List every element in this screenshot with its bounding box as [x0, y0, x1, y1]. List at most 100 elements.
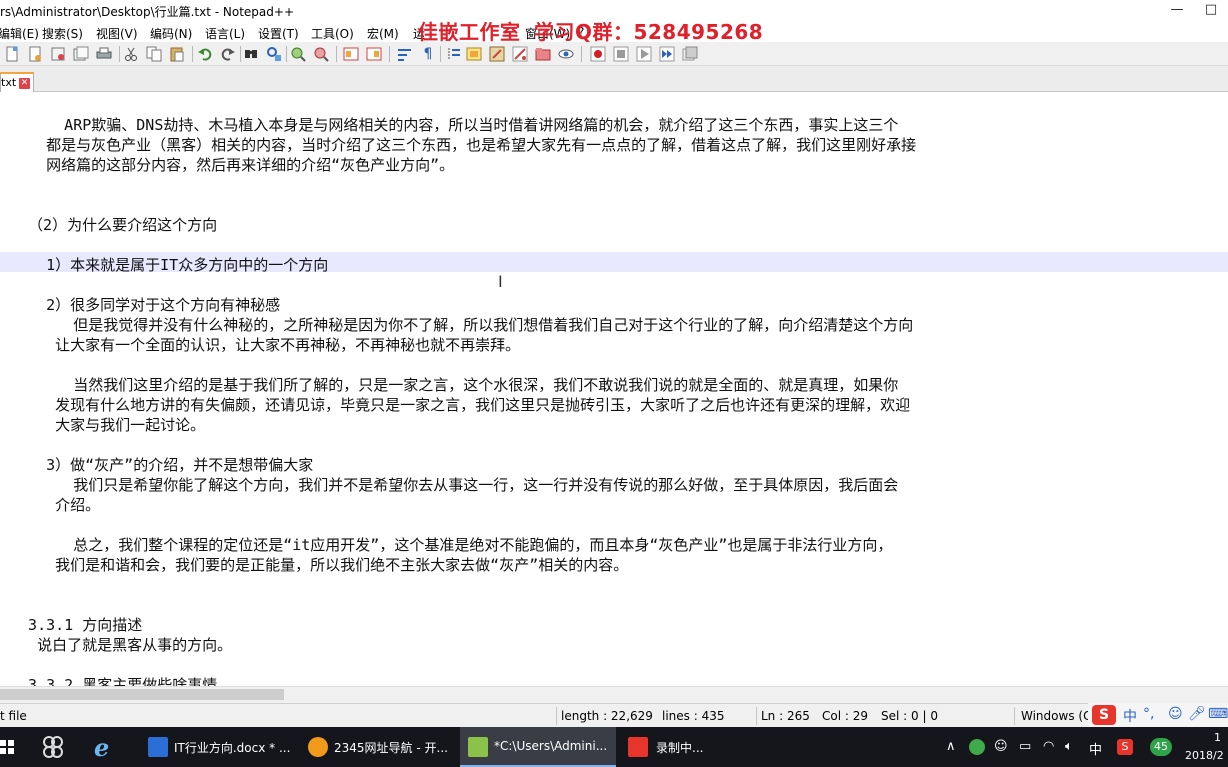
sogou-logo-icon[interactable]: S — [1092, 705, 1116, 725]
svg-text:e: e — [94, 733, 109, 762]
toolbar-separator — [192, 46, 193, 62]
menu-encoding[interactable]: 编码(N) — [150, 25, 192, 42]
folder-workspace-icon[interactable] — [512, 46, 528, 62]
tray-user-icon[interactable]: ☺ — [994, 739, 1008, 754]
toolbar-separator — [336, 46, 337, 62]
menu-macro[interactable]: 宏(M) — [367, 25, 399, 42]
replace-icon[interactable] — [266, 46, 282, 62]
taskbar-app-notepadpp[interactable]: *C:\Users\Admini... — [460, 727, 616, 767]
task-view-icon[interactable] — [40, 727, 66, 767]
ime-toolbar[interactable]: S 中 °, ☺ 🎤︎ ⌨ — [1088, 703, 1228, 727]
ime-punctuation[interactable]: °, — [1143, 706, 1154, 722]
zoom-in-icon[interactable] — [290, 46, 306, 62]
browser-2345-icon — [308, 737, 328, 757]
menu-tools[interactable]: 工具(O) — [311, 25, 354, 42]
tab-current-file[interactable]: txt ✕ — [0, 72, 34, 92]
battery-icon[interactable]: ▭ — [1019, 739, 1031, 754]
menu-view[interactable]: 视图(V) — [96, 25, 138, 42]
save-icon[interactable] — [50, 46, 66, 62]
scrollbar-thumb[interactable] — [0, 689, 284, 700]
minimize-button[interactable]: — — [1162, 2, 1192, 20]
doc-map-icon[interactable] — [466, 46, 482, 62]
editor-line: 2）很多同学对于这个方向有神秘感 — [10, 296, 281, 314]
function-list-icon[interactable] — [489, 46, 505, 62]
status-lines: lines : 435 — [662, 709, 725, 723]
watermark-studio: 佳嵌工作室 — [418, 20, 521, 44]
stop-record-icon[interactable] — [613, 46, 629, 62]
tray-badge[interactable]: 45 — [1150, 738, 1172, 756]
text-editor[interactable]: ARP欺骗、DNS劫持、木马植入本身是与网络相关的内容，所以当时借着讲网络篇的机… — [0, 92, 1228, 686]
save-all-icon[interactable] — [73, 46, 89, 62]
play-macro-icon[interactable] — [636, 46, 652, 62]
clock-date[interactable]: 2018/2 — [1185, 749, 1224, 762]
tray-expand-icon[interactable]: ∧ — [946, 739, 956, 754]
sync-vertical-icon[interactable] — [343, 46, 359, 62]
run-macro-multiple-icon[interactable] — [659, 46, 675, 62]
copy-icon[interactable] — [146, 46, 162, 62]
editor-line: 都是与灰色产业（黑客）相关的内容，当时介绍了这三个东西，也是希望大家先有一点点的… — [10, 136, 917, 154]
volume-icon[interactable]: 🔈︎ — [1065, 739, 1073, 754]
zoom-out-icon[interactable] — [313, 46, 329, 62]
redo-icon[interactable] — [220, 46, 236, 62]
status-separator — [1014, 707, 1015, 725]
taskbar-app-word[interactable]: IT行业方向.docx * ... — [140, 727, 296, 767]
horizontal-scrollbar[interactable] — [0, 686, 1228, 703]
toolbar-separator — [581, 46, 582, 62]
status-separator — [756, 707, 757, 725]
menu-edit[interactable]: 编辑(E) — [0, 25, 39, 42]
status-selection: Sel : 0 | 0 — [881, 709, 938, 723]
keyboard-icon[interactable]: ⌨ — [1208, 706, 1228, 722]
editor-line: 发现有什么地方讲的有失偏颇，还请见谅，毕竟只是一家之言，我们这里只是抛砖引玉，大… — [10, 396, 911, 414]
emoji-icon[interactable]: ☺ — [1168, 706, 1183, 722]
menu-language[interactable]: 语言(L) — [205, 25, 245, 42]
clock-time[interactable]: 1 — [1214, 731, 1221, 744]
tray-sogou-icon[interactable]: S — [1117, 739, 1133, 755]
tray-ime-mode[interactable]: 中 — [1089, 739, 1102, 758]
editor-line: 3.3.2 黑客主要做些啥事情 — [10, 676, 218, 686]
status-column: Col : 29 — [822, 709, 868, 723]
indent-guide-icon[interactable] — [446, 46, 462, 62]
find-icon[interactable] — [243, 46, 259, 62]
cut-icon[interactable] — [123, 46, 139, 62]
ime-mode[interactable]: 中 — [1123, 706, 1137, 726]
record-macro-icon[interactable] — [590, 46, 606, 62]
print-icon[interactable] — [96, 46, 112, 62]
menu-settings[interactable]: 设置(T) — [258, 25, 299, 42]
maximize-button[interactable]: □ — [1196, 2, 1226, 20]
close-icon[interactable]: ✕ — [19, 78, 30, 89]
toolbar-separator — [440, 46, 441, 62]
ie-browser-icon[interactable]: e — [92, 727, 118, 767]
editor-line: ARP欺骗、DNS劫持、木马植入本身是与网络相关的内容，所以当时借着讲网络篇的机… — [10, 116, 899, 134]
mic-icon[interactable]: 🎤︎ — [1188, 706, 1206, 722]
start-button[interactable] — [0, 727, 14, 767]
editor-line: 3.3.1 方向描述 — [10, 616, 143, 634]
status-length: length : 22,629 — [561, 709, 653, 723]
taskbar-app-browser[interactable]: 2345网址导航 - 开... — [300, 727, 456, 767]
monitor-icon[interactable] — [558, 46, 574, 62]
menu-search[interactable]: 搜索(S) — [42, 25, 83, 42]
text-cursor-icon: I — [498, 272, 503, 291]
editor-line: 我们只是希望你能了解这个方向，我们并不是希望你去从事这一行，这一行并没有传说的那… — [10, 476, 899, 494]
editor-line: 介绍。 — [10, 496, 101, 514]
status-bar: t file length : 22,629 lines : 435 Ln : … — [0, 703, 1228, 727]
show-all-chars-icon[interactable]: ¶ — [420, 46, 436, 62]
word-wrap-icon[interactable] — [397, 46, 413, 62]
taskbar-app-recorder[interactable]: 录制中... — [620, 727, 736, 767]
taskbar: e IT行业方向.docx * ... 2345网址导航 - 开... *C:\… — [0, 727, 1228, 767]
editor-line: 1）本来就是属于IT众多方向中的一个方向 — [10, 256, 329, 274]
tab-bar: txt ✕ — [0, 66, 1228, 92]
open-file-icon[interactable] — [27, 46, 43, 62]
tray-app-icon[interactable] — [969, 739, 985, 755]
new-file-icon[interactable] — [4, 46, 20, 62]
toolbar: ¶ — [0, 42, 1228, 66]
folder-icon[interactable] — [535, 46, 551, 62]
save-macro-icon[interactable] — [682, 46, 698, 62]
status-line-number: Ln : 265 — [761, 709, 810, 723]
undo-icon[interactable] — [197, 46, 213, 62]
watermark-qq-group: 学习Q群：528495268 — [533, 20, 764, 44]
paste-icon[interactable] — [169, 46, 185, 62]
sync-horizontal-icon[interactable] — [366, 46, 382, 62]
toolbar-separator — [240, 46, 241, 62]
editor-line: 当然我们这里介绍的是基于我们所了解的，只是一家之言，这个水很深，我们不敢说我们说… — [10, 376, 899, 394]
wifi-icon[interactable]: ◠ — [1043, 739, 1054, 754]
